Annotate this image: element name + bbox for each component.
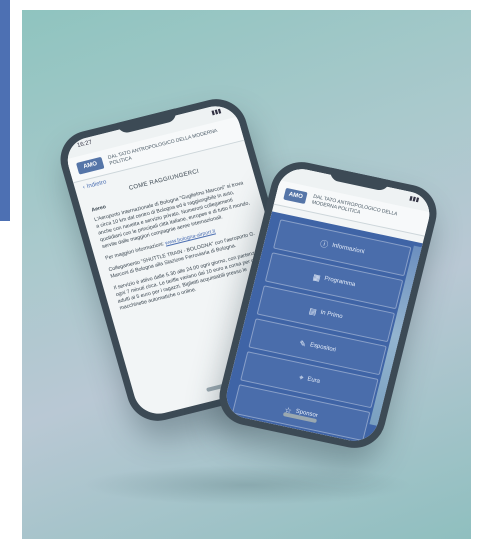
chevron-left-icon: ‹ <box>82 184 86 191</box>
book-icon: ▤ <box>308 305 318 317</box>
menu-item-label: Informazioni <box>331 242 365 256</box>
edit-icon: ✎ <box>298 338 308 349</box>
menu-item-label: Eura <box>306 376 321 385</box>
calendar-icon: ▦ <box>311 271 322 283</box>
battery-icon: ▮▮▮ <box>408 195 420 204</box>
app-logo: AMO <box>283 187 309 205</box>
menu-item-label: Programma <box>323 275 356 289</box>
floor-shadow <box>82 465 412 505</box>
menu-item-label: In Primo <box>319 309 344 321</box>
app-logo: AMO <box>75 156 105 175</box>
location-icon: ⌖ <box>298 372 305 383</box>
back-label: Indietro <box>86 179 108 190</box>
product-photo: 16:27 ▮▮▮ AMO DAL TATO ANTROPOLOGICO DEL… <box>22 10 471 539</box>
menu-item-label: Espositori <box>309 342 337 354</box>
info-icon: ⓘ <box>319 238 330 250</box>
accent-bar <box>0 0 10 221</box>
battery-icon: ▮▮▮ <box>210 108 223 117</box>
